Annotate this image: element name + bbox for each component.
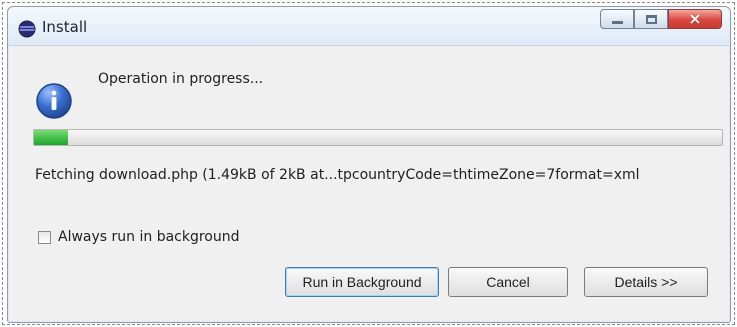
progress-fill [34, 130, 69, 145]
run-in-background-button[interactable]: Run in Background [285, 267, 439, 297]
maximize-icon [645, 14, 657, 24]
always-run-background-label: Always run in background [58, 229, 240, 245]
window-title: Install [42, 18, 88, 36]
window-controls: × [600, 9, 722, 29]
close-icon: × [688, 9, 702, 28]
close-button[interactable]: × [668, 9, 722, 29]
always-run-background-checkbox[interactable] [38, 230, 51, 244]
minimize-button[interactable] [600, 9, 634, 29]
app-icon [18, 20, 36, 38]
progress-bar [33, 129, 723, 146]
details-button[interactable]: Details >> [584, 267, 708, 297]
cancel-button[interactable]: Cancel [448, 267, 568, 297]
operation-status: Operation in progress... [98, 71, 264, 87]
install-dialog: Install × Operation in progress... Fetch… [7, 6, 731, 323]
title-bar: Install × [8, 7, 730, 46]
minimize-icon [611, 21, 623, 24]
always-run-background-option[interactable]: Always run in background [38, 229, 240, 245]
info-icon [35, 82, 73, 120]
dialog-content: Operation in progress... Fetching downlo… [9, 46, 729, 321]
maximize-button[interactable] [634, 9, 668, 29]
download-status-text: Fetching download.php (1.49kB of 2kB at.… [35, 167, 640, 183]
